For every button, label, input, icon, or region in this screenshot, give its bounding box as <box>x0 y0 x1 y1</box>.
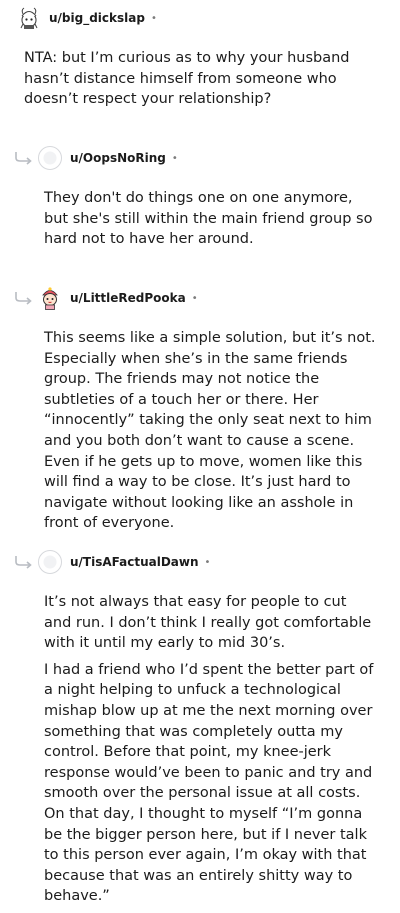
comment-tisafactualdawn: u/TisAFactualDawn • It’s not always that… <box>0 548 400 913</box>
comment-header: u/big_dickslap • <box>0 4 400 32</box>
reply-arrow-icon <box>15 152 32 165</box>
separator-dot: • <box>191 292 198 304</box>
username[interactable]: u/big_dickslap <box>49 11 145 25</box>
comment-header: u/TisAFactualDawn • <box>0 548 400 576</box>
username[interactable]: u/TisAFactualDawn <box>70 555 199 569</box>
username[interactable]: u/OopsNoRing <box>70 151 166 165</box>
comment-thread: u/big_dickslap • NTA: but I’m curious as… <box>0 0 400 909</box>
comment-body: They don't do things one on one anymore,… <box>0 172 400 250</box>
comment-body: NTA: but I’m curious as to why your husb… <box>0 32 400 110</box>
cartoon-avatar-icon[interactable] <box>17 6 41 30</box>
comment-header: u/LittleRedPooka • <box>0 284 400 312</box>
comment-littleredpooka: u/LittleRedPooka • This seems like a sim… <box>0 284 400 540</box>
comment-body: It’s not always that easy for people to … <box>0 576 400 907</box>
comment-paragraph: It’s not always that easy for people to … <box>44 594 372 652</box>
separator-dot: • <box>171 152 178 164</box>
default-avatar-icon[interactable] <box>38 550 62 574</box>
username[interactable]: u/LittleRedPooka <box>70 291 186 305</box>
comment-body: This seems like a simple solution, but i… <box>0 312 400 534</box>
comment-paragraph: NTA: but I’m curious as to why your husb… <box>24 50 350 108</box>
comment-oopsnoring: u/OopsNoRing • They don't do things one … <box>0 144 400 256</box>
reply-arrow-icon <box>15 292 32 305</box>
separator-dot: • <box>150 12 157 24</box>
default-avatar-icon[interactable] <box>38 146 62 170</box>
comment-paragraph: I had a friend who I’d spent the better … <box>44 661 374 905</box>
cartoon-avatar-icon[interactable] <box>38 286 62 310</box>
comment-paragraph: This seems like a simple solution, but i… <box>44 330 376 532</box>
comment-paragraph: They don't do things one on one anymore,… <box>44 190 373 248</box>
comment-header: u/OopsNoRing • <box>0 144 400 172</box>
separator-dot: • <box>204 556 211 568</box>
reply-arrow-icon <box>15 556 32 569</box>
comment-big-dickslap: u/big_dickslap • NTA: but I’m curious as… <box>0 4 400 116</box>
